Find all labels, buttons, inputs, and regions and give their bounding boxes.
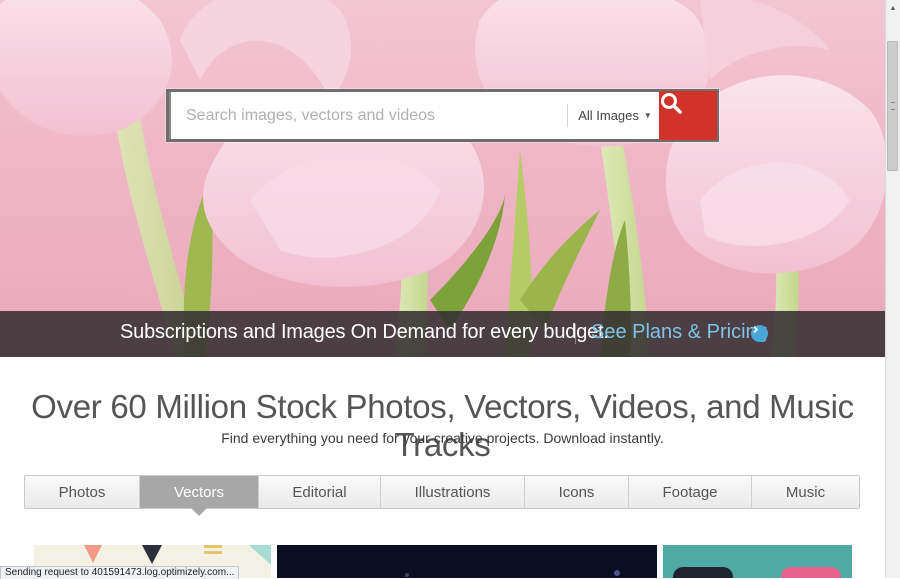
caret-down-icon: ▼ — [643, 111, 652, 120]
search-divider — [567, 104, 568, 127]
thumbnail-dark-vector[interactable] — [277, 545, 657, 578]
tulip-photo — [0, 0, 885, 357]
scroll-up-arrow-icon[interactable]: ▲ — [886, 0, 900, 16]
tab-vectors[interactable]: Vectors — [140, 476, 259, 516]
search-icon — [661, 93, 682, 114]
search-input[interactable] — [169, 92, 584, 139]
grip-icon — [891, 102, 895, 110]
search-bar: All Images ▼ — [166, 89, 719, 142]
scrollbar-thumb[interactable] — [887, 41, 898, 171]
tab-photos[interactable]: Photos — [25, 476, 140, 508]
search-button[interactable] — [659, 91, 717, 140]
plans-pricing-link[interactable]: See Plans & Pricing — [591, 321, 768, 344]
tab-editorial[interactable]: Editorial — [259, 476, 381, 508]
page-headline: Over 60 Million Stock Photos, Vectors, V… — [31, 388, 854, 463]
promo-text: Subscriptions and Images On Demand for e… — [120, 321, 609, 343]
page-subheadline: Find everything you need for your creati… — [221, 430, 664, 446]
browser-status-bar: Sending request to 401591473.log.optimiz… — [0, 566, 240, 579]
dark-abstract-image — [405, 570, 620, 577]
hero-banner: All Images ▼ Subscriptions and Images On… — [0, 0, 885, 357]
tab-footage[interactable]: Footage — [629, 476, 752, 508]
image-type-label: All Images — [578, 108, 639, 123]
teal-icons-image — [673, 567, 841, 578]
image-type-dropdown[interactable]: All Images ▼ — [571, 92, 659, 139]
tab-music[interactable]: Music — [752, 476, 859, 508]
thumbnail-teal-vector[interactable] — [663, 545, 852, 578]
chevron-right-icon[interactable] — [751, 325, 768, 342]
page-scrollbar[interactable]: ▲ — [885, 0, 900, 578]
tab-illustrations[interactable]: Illustrations — [381, 476, 525, 508]
promo-divider — [575, 324, 576, 344]
tab-icons[interactable]: Icons — [525, 476, 629, 508]
media-type-tabs: Photos Vectors Editorial Illustrations I… — [24, 475, 860, 516]
